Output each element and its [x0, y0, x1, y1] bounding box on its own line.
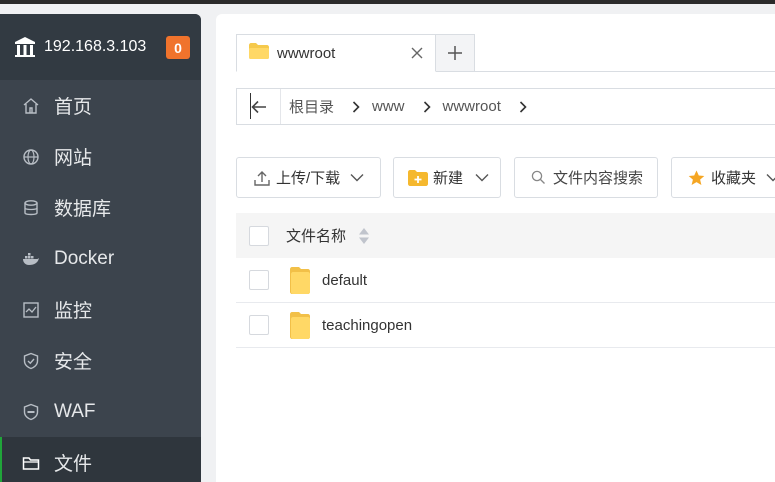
close-tab-icon[interactable]: [408, 44, 426, 62]
sidebar-menu: 首页 网站 数据库 Docker 监控 安全 WAF 文件: [0, 80, 201, 482]
text-cursor: [250, 93, 251, 119]
database-icon: [22, 199, 40, 217]
sidebar: 192.168.3.103 0 首页 网站 数据库 Docker 监控 安全 W…: [0, 14, 201, 482]
chevron-right-icon: [352, 100, 360, 113]
tab-label: wwwroot: [277, 44, 336, 62]
chevron-down-icon: [475, 173, 489, 182]
toolbar: 上传/下载 新建 文件内容搜索 收藏夹: [236, 157, 775, 199]
chevron-right-icon: [423, 100, 431, 113]
sidebar-item-label: Docker: [54, 247, 115, 269]
folder-icon: [290, 266, 310, 294]
sidebar-item-monitor[interactable]: 监控: [0, 284, 201, 335]
new-button[interactable]: 新建: [393, 157, 501, 198]
server-header[interactable]: 192.168.3.103 0: [0, 14, 201, 80]
sidebar-item-label: WAF: [54, 400, 96, 422]
chevron-right-icon: [519, 100, 527, 113]
content-search-label: 文件内容搜索: [553, 170, 644, 187]
favorites-label: 收藏夹: [711, 170, 757, 187]
add-tab-button[interactable]: [436, 34, 475, 72]
new-label: 新建: [433, 170, 464, 187]
sidebar-item-docker[interactable]: Docker: [0, 233, 201, 284]
star-icon: [688, 170, 705, 186]
sidebar-item-label: 首页: [54, 97, 93, 118]
back-button[interactable]: [237, 89, 281, 124]
crumb-www[interactable]: www: [372, 98, 405, 115]
row-checkbox[interactable]: [249, 270, 269, 290]
tab-strip: wwwroot: [236, 34, 775, 72]
server-ip: 192.168.3.103: [44, 38, 147, 55]
notification-badge[interactable]: 0: [166, 36, 190, 59]
sort-icon[interactable]: [358, 227, 370, 245]
sidebar-item-security[interactable]: 安全: [0, 335, 201, 386]
waf-shield-icon: [22, 403, 40, 421]
sidebar-item-label: 安全: [54, 352, 93, 373]
new-folder-icon: [408, 169, 428, 186]
file-manager-panel: wwwroot 根目录 www wwwroot 上传/下载 新建 文件内容搜索 …: [216, 14, 775, 482]
row-checkbox[interactable]: [249, 315, 269, 335]
select-all-checkbox[interactable]: [249, 225, 269, 246]
crumb-wwwroot[interactable]: wwwroot: [443, 98, 501, 115]
sidebar-item-websites[interactable]: 网站: [0, 131, 201, 182]
table-header: 文件名称: [236, 213, 775, 258]
file-name[interactable]: default: [322, 272, 367, 289]
content-search-button[interactable]: 文件内容搜索: [514, 157, 658, 198]
name-column-header[interactable]: 文件名称: [286, 225, 370, 246]
chevron-down-icon: [350, 173, 364, 182]
folder-icon: [249, 43, 269, 63]
path-bar[interactable]: 根目录 www wwwroot: [236, 88, 775, 125]
sidebar-item-label: 文件: [54, 454, 93, 475]
folder-icon: [22, 454, 40, 472]
sidebar-item-database[interactable]: 数据库: [0, 182, 201, 233]
file-table: 文件名称 default teachingopen: [236, 213, 775, 348]
sidebar-item-label: 监控: [54, 301, 93, 322]
sidebar-item-home[interactable]: 首页: [0, 80, 201, 131]
name-column-label: 文件名称: [286, 228, 347, 245]
sidebar-item-waf[interactable]: WAF: [0, 386, 201, 437]
file-name[interactable]: teachingopen: [322, 317, 412, 334]
monitor-icon: [22, 301, 40, 319]
docker-icon: [22, 250, 40, 268]
crumb-root[interactable]: 根目录: [281, 96, 334, 117]
arrow-left-icon: [250, 100, 266, 113]
table-row[interactable]: default: [236, 258, 775, 303]
folder-icon: [290, 311, 310, 339]
window-top-edge: [0, 0, 775, 4]
bt-panel-logo-icon: [14, 36, 36, 58]
globe-icon: [22, 148, 40, 166]
breadcrumb: 根目录 www wwwroot: [281, 96, 539, 117]
tab-wwwroot[interactable]: wwwroot: [236, 34, 436, 72]
sidebar-item-label: 数据库: [54, 199, 112, 220]
favorites-button[interactable]: 收藏夹: [671, 157, 775, 198]
plus-icon: [448, 46, 462, 60]
sidebar-item-files[interactable]: 文件: [0, 437, 201, 482]
upload-download-label: 上传/下载: [276, 170, 341, 187]
home-icon: [22, 97, 40, 115]
shield-icon: [22, 352, 40, 370]
upload-icon: [253, 169, 271, 187]
table-row[interactable]: teachingopen: [236, 303, 775, 348]
upload-download-button[interactable]: 上传/下载: [236, 157, 381, 198]
sidebar-item-label: 网站: [54, 148, 93, 169]
search-icon: [531, 170, 546, 185]
chevron-down-icon: [766, 173, 775, 182]
